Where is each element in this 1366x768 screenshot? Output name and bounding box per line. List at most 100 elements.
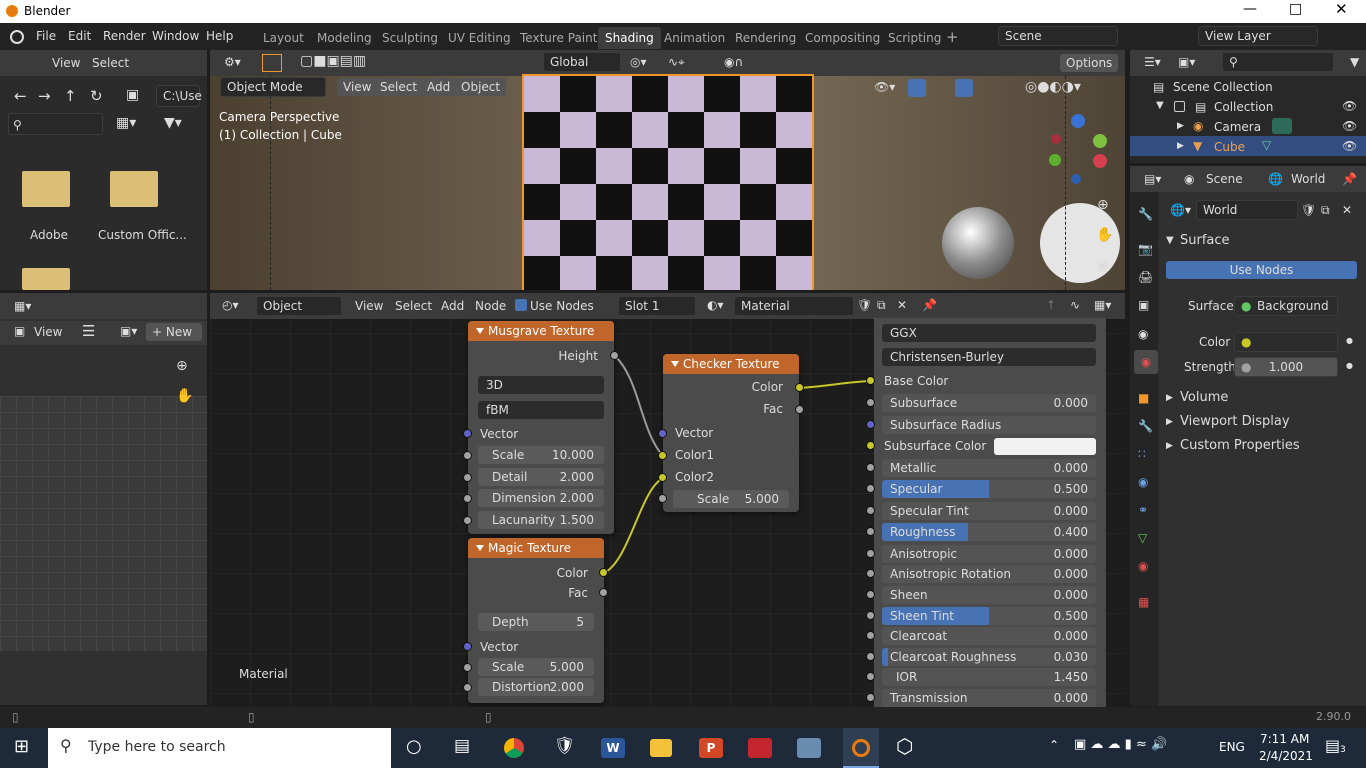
image-editor-type-icon[interactable]: ▦▾ [14, 299, 31, 313]
scene-collection-label[interactable]: Scene Collection [1173, 80, 1273, 94]
material-slot-dropdown[interactable]: Slot 1 [618, 296, 696, 316]
checkbox-icon[interactable] [1174, 101, 1185, 112]
socket[interactable] [463, 451, 472, 460]
scene-tab-icon[interactable]: ◉ [1138, 327, 1152, 341]
magic-depth-field[interactable]: Depth 5 [478, 613, 594, 631]
tool-tab-icon[interactable]: 🔧 [1138, 207, 1153, 221]
minimize-button[interactable]: — [1243, 1, 1257, 17]
color-field[interactable]: ● [1234, 332, 1338, 352]
socket[interactable] [658, 429, 667, 438]
overlay-toggle-icon[interactable] [955, 79, 973, 97]
node-node-menu[interactable]: Node [475, 299, 506, 313]
socket[interactable] [866, 590, 875, 599]
texture-tab-icon[interactable]: ▦ [1138, 595, 1152, 609]
musgrave-dimension-field[interactable]: Dimension 2.000 [478, 489, 604, 507]
eye-icon[interactable]: 👁 [1342, 139, 1357, 153]
properties-type-icon[interactable]: ▤▾ [1144, 172, 1161, 186]
forward-arrow-icon[interactable]: → [38, 87, 51, 105]
musgrave-type-select[interactable]: fBM [478, 401, 604, 419]
socket[interactable] [866, 441, 875, 450]
expand-arrow-icon[interactable]: ▶ [1177, 121, 1184, 131]
menu-edit[interactable]: Edit [68, 29, 91, 43]
viewport-select-menu[interactable]: Select [374, 78, 424, 96]
physics-tab-icon[interactable]: ◉ [1138, 475, 1152, 489]
magic-distortion-field[interactable]: Distortion 2.000 [478, 678, 594, 696]
3d-viewer-icon[interactable]: ⬡ [896, 734, 913, 758]
musgrave-texture-node[interactable]: Musgrave Texture Height 3D fBM Vector Sc… [468, 321, 614, 534]
world-tab-icon[interactable]: ◉ [1134, 350, 1158, 374]
keyframe-dot-icon[interactable]: ● [1346, 336, 1353, 345]
node-add-menu[interactable]: Add [441, 299, 464, 313]
new-folder-icon[interactable]: ▣ [126, 87, 139, 103]
socket[interactable] [866, 693, 875, 702]
filter-icon[interactable]: ▼ [1350, 55, 1359, 69]
blender-menu-icon[interactable] [10, 30, 24, 44]
socket[interactable] [866, 631, 875, 640]
anisotropic-field[interactable]: Anisotropic 0.000 [882, 545, 1096, 563]
node-snap-icon[interactable]: ∿ [1070, 298, 1080, 312]
expand-arrow-icon[interactable]: ▶ [1166, 441, 1173, 451]
folder-label[interactable]: Custom Offic... [98, 228, 187, 242]
fake-user-icon[interactable]: 🛡 [1301, 203, 1316, 217]
tab-compositing[interactable]: Compositing [798, 27, 887, 49]
checker-node-header[interactable]: Checker Texture [663, 354, 799, 374]
socket[interactable] [866, 376, 875, 385]
use-nodes-checkbox[interactable] [515, 299, 527, 311]
close-window-button[interactable]: ✕ [1335, 0, 1348, 18]
task-view-icon[interactable]: ▤ [454, 736, 470, 756]
particles-tab-icon[interactable]: ∷ [1138, 447, 1152, 461]
socket[interactable] [599, 588, 608, 597]
magic-texture-node[interactable]: Magic Texture Color Fac Depth 5 Vector Sc… [468, 538, 604, 703]
cube-mesh[interactable] [522, 74, 814, 290]
collection-label[interactable]: Collection [1214, 100, 1273, 114]
folder-icon[interactable] [22, 268, 70, 290]
pin-icon[interactable]: 📌 [1342, 172, 1357, 186]
socket[interactable] [463, 429, 472, 438]
unlink-world-icon[interactable]: ✕ [1342, 203, 1352, 217]
pivot-icon[interactable]: ◎▾ [630, 55, 647, 69]
language-indicator[interactable]: ENG [1219, 740, 1245, 754]
musgrave-node-header[interactable]: Musgrave Texture [468, 321, 614, 341]
clock-date[interactable]: 2/4/2021 [1259, 749, 1313, 763]
material-tab-icon[interactable]: ◉ [1138, 559, 1152, 573]
sheen-field[interactable]: Sheen 0.000 [882, 586, 1096, 604]
chrome-icon[interactable] [504, 738, 524, 758]
render-tab-icon[interactable]: 📷 [1138, 242, 1153, 256]
cortana-icon[interactable]: ○ [406, 736, 422, 757]
expand-arrow-icon[interactable]: ▶ [1166, 417, 1173, 427]
menu-window[interactable]: Window [152, 29, 199, 43]
pin-icon[interactable]: 📌 [922, 298, 937, 312]
notification-icon[interactable]: ▤ [1325, 736, 1340, 755]
display-mode-icon[interactable]: ▦▾ [116, 115, 136, 131]
gizmo-toggle-icon[interactable] [908, 79, 926, 97]
image-view-icon[interactable]: ▣ [14, 324, 25, 338]
node-select-menu[interactable]: Select [395, 299, 432, 313]
pan-hand-icon[interactable]: ✋ [1096, 227, 1113, 243]
outliner-item-cube[interactable]: Cube [1214, 140, 1245, 154]
clearcoat-roughness-field[interactable]: Clearcoat Roughness 0.030 [882, 648, 1096, 666]
folder-icon[interactable] [22, 171, 70, 207]
socket[interactable] [463, 663, 472, 672]
subsurface-color-swatch[interactable] [994, 438, 1096, 455]
roughness-field[interactable]: Roughness 0.400 [882, 523, 1096, 541]
taskbar-search-box[interactable]: ⚲ Type here to search [48, 728, 391, 768]
viewport-object-menu[interactable]: Object [455, 78, 507, 96]
expand-arrow-icon[interactable]: ▼ [1156, 100, 1164, 111]
socket[interactable] [463, 642, 472, 651]
add-workspace-button[interactable]: + [946, 28, 959, 46]
magic-scale-field[interactable]: Scale 5.000 [478, 658, 594, 676]
socket[interactable] [866, 527, 875, 536]
keyframe-dot-icon[interactable]: ● [1346, 361, 1353, 370]
file-search-input[interactable]: ⚲ [8, 113, 103, 135]
eye-icon[interactable]: 👁 [1342, 99, 1357, 113]
node-view-menu[interactable]: View [355, 299, 383, 313]
checker-texture-node[interactable]: Checker Texture Color Fac Vector Color1 … [663, 354, 799, 512]
refresh-icon[interactable]: ↻ [90, 87, 103, 105]
surface-panel-header[interactable]: Surface [1180, 233, 1230, 248]
distribution-select[interactable]: GGX [882, 324, 1096, 342]
socket[interactable] [795, 405, 804, 414]
folder-icon[interactable] [110, 171, 158, 207]
image-zoom-icon[interactable]: ⊕ [176, 358, 188, 374]
mesh-data-icon[interactable]: ▽ [1262, 138, 1271, 152]
file-view-menu[interactable]: View [52, 56, 80, 70]
